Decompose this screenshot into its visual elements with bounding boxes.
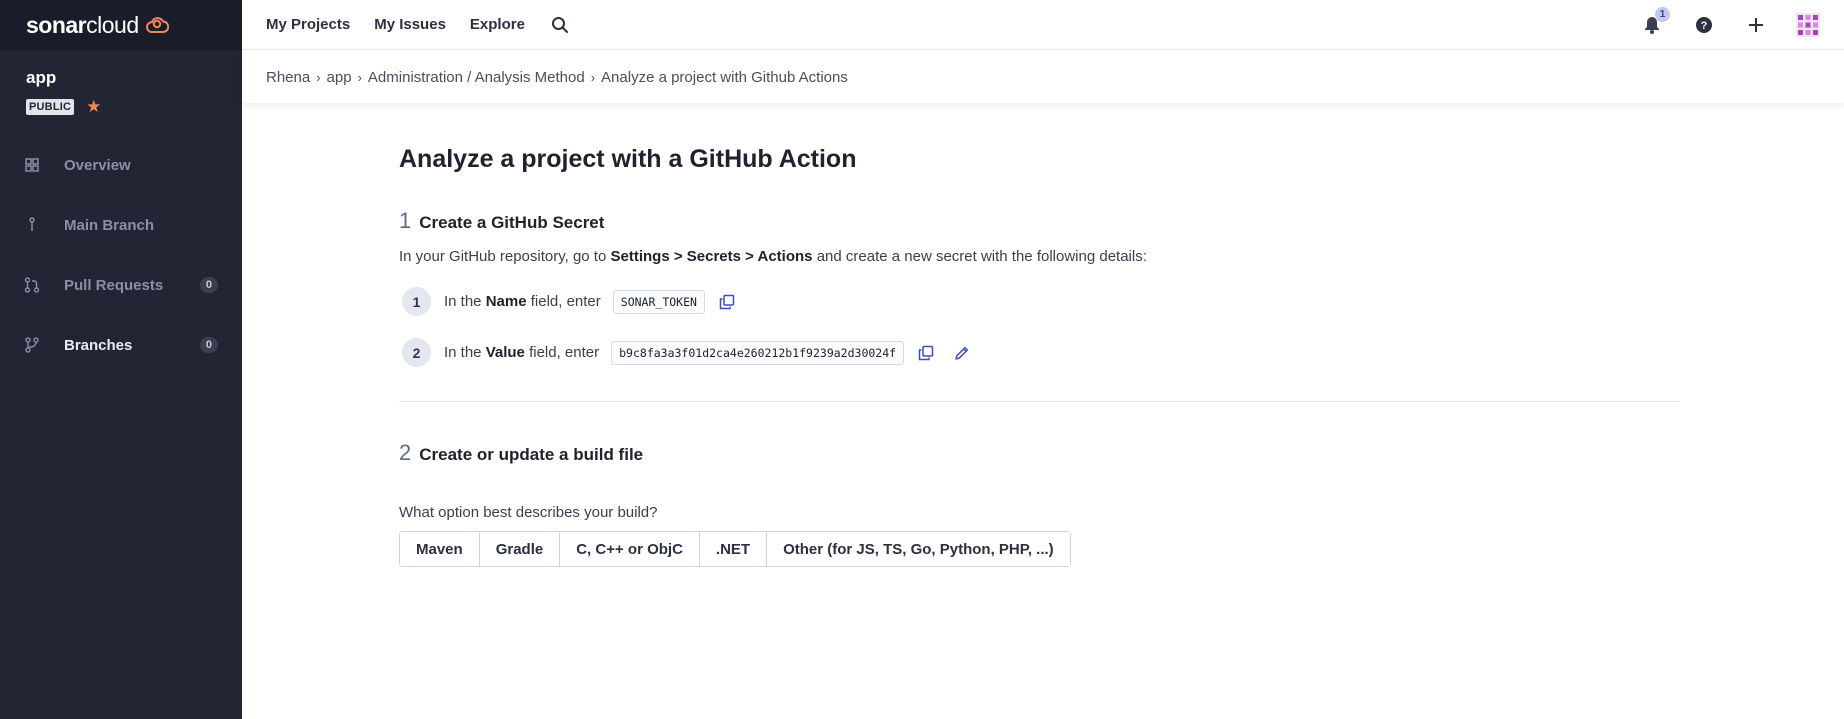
notification-count-badge: 1 <box>1655 6 1670 22</box>
page-title: Analyze a project with a GitHub Action <box>399 145 857 173</box>
field-name: Value <box>485 344 525 361</box>
project-name[interactable]: app <box>26 68 216 88</box>
top-nav: My Projects My Issues Explore <box>242 16 525 34</box>
breadcrumb: Rhena › app › Administration / Analysis … <box>242 51 1844 103</box>
step-title: Create a GitHub Secret <box>419 213 605 232</box>
pull-requests-count: 0 <box>199 277 218 293</box>
build-question: What option best describes your build? <box>399 504 658 521</box>
step-number: 1 <box>399 208 412 233</box>
overview-icon <box>24 157 40 173</box>
branches-count: 0 <box>199 337 218 353</box>
substep-text-pre: In the <box>444 344 486 361</box>
desc-text: and create a new secret with the followi… <box>812 248 1147 265</box>
option-gradle-button[interactable]: Gradle <box>479 532 561 566</box>
plus-icon[interactable] <box>1744 13 1768 37</box>
search-icon[interactable] <box>551 16 569 34</box>
breadcrumb-project[interactable]: app <box>327 69 352 86</box>
breadcrumb-administration[interactable]: Administration / Analysis Method <box>368 69 585 86</box>
step-title: Create or update a build file <box>419 445 644 464</box>
option-maven-button[interactable]: Maven <box>400 532 480 566</box>
step-number: 2 <box>399 440 412 465</box>
field-name: Name <box>485 293 527 310</box>
visibility-badge: PUBLIC <box>26 98 75 115</box>
sidebar-item-pull-requests[interactable]: Pull Requests 0 <box>0 255 242 315</box>
substep-number: 2 <box>402 338 431 367</box>
chevron-right-icon: › <box>316 69 321 85</box>
step-1-description: In your GitHub repository, go to Setting… <box>399 248 1680 265</box>
option-cfamily-button[interactable]: C, C++ or ObjC <box>560 532 700 566</box>
sidebar-item-main-branch[interactable]: Main Branch <box>0 195 242 255</box>
desc-path: Settings > Secrets > Actions <box>610 248 813 265</box>
sidebar-nav: Overview Main Branch Pull Requests 0 Bra… <box>0 135 242 375</box>
branches-icon <box>24 337 40 353</box>
substep-text: In the Name field, enter <box>444 293 601 310</box>
copy-icon[interactable] <box>916 343 936 363</box>
top-bar: My Projects My Issues Explore 1 ? <box>242 0 1844 50</box>
option-dotnet-button[interactable]: .NET <box>699 532 768 566</box>
substep-text-pre: In the <box>444 293 486 310</box>
nav-my-issues[interactable]: My Issues <box>374 16 446 33</box>
pull-request-icon <box>24 277 40 293</box>
sidebar-item-branches[interactable]: Branches 0 <box>0 315 242 375</box>
edit-pencil-icon[interactable] <box>952 343 972 363</box>
nav-explore[interactable]: Explore <box>470 16 525 33</box>
sidebar-item-label: Pull Requests <box>64 276 164 294</box>
svg-text:?: ? <box>1701 20 1708 32</box>
chevron-right-icon: › <box>357 69 362 85</box>
project-header: app PUBLIC ★ <box>0 50 242 115</box>
section-divider <box>399 401 1680 402</box>
main-content: Analyze a project with a GitHub Action 1… <box>399 103 1680 567</box>
desc-text: In your GitHub repository, go to <box>399 248 611 265</box>
star-icon[interactable]: ★ <box>86 98 101 115</box>
secret-name-row: 1 In the Name field, enter SONAR_TOKEN <box>399 287 1680 316</box>
secret-name-value: SONAR_TOKEN <box>612 289 705 314</box>
copy-icon[interactable] <box>717 292 737 312</box>
substep-number: 1 <box>402 287 431 316</box>
sidebar: sonarcloud app PUBLIC ★ Overview Main Br… <box>0 0 242 719</box>
sidebar-item-label: Main Branch <box>64 216 155 234</box>
logo-text-bold: sonar <box>26 11 87 38</box>
sonarcloud-logo[interactable]: sonarcloud <box>0 0 242 50</box>
sidebar-item-label: Overview <box>64 156 131 174</box>
breadcrumb-current-page: Analyze a project with Github Actions <box>601 68 848 86</box>
sidebar-item-overview[interactable]: Overview <box>0 135 242 195</box>
logo-text-regular: cloud <box>86 11 139 38</box>
nav-my-projects[interactable]: My Projects <box>266 16 350 33</box>
substep-text: In the Value field, enter <box>444 344 599 361</box>
breadcrumb-organization[interactable]: Rhena <box>266 69 310 86</box>
sidebar-item-label: Branches <box>64 336 133 354</box>
notifications-bell-icon[interactable]: 1 <box>1640 6 1670 37</box>
option-other-button[interactable]: Other (for JS, TS, Go, Python, PHP, ...) <box>767 532 1070 566</box>
secret-token-value: b9c8fa3a3f01d2ca4e260212b1f9239a2d30024f <box>611 340 905 365</box>
user-avatar[interactable] <box>1796 12 1820 37</box>
substep-text-post: field, enter <box>524 344 600 361</box>
top-right-actions: 1 ? <box>1612 6 1820 37</box>
secret-value-row: 2 In the Value field, enter b9c8fa3a3f01… <box>399 338 1680 367</box>
step-2-header: 2 Create or update a build file <box>399 440 1680 466</box>
chevron-right-icon: › <box>590 69 596 85</box>
branch-icon <box>24 217 40 233</box>
help-icon[interactable]: ? <box>1692 13 1716 37</box>
build-option-selector: Maven Gradle C, C++ or ObjC .NET Other (… <box>399 531 1071 567</box>
step-1-header: 1 Create a GitHub Secret <box>399 208 1680 234</box>
substep-text-post: field, enter <box>526 293 601 310</box>
cloud-icon <box>145 15 169 35</box>
